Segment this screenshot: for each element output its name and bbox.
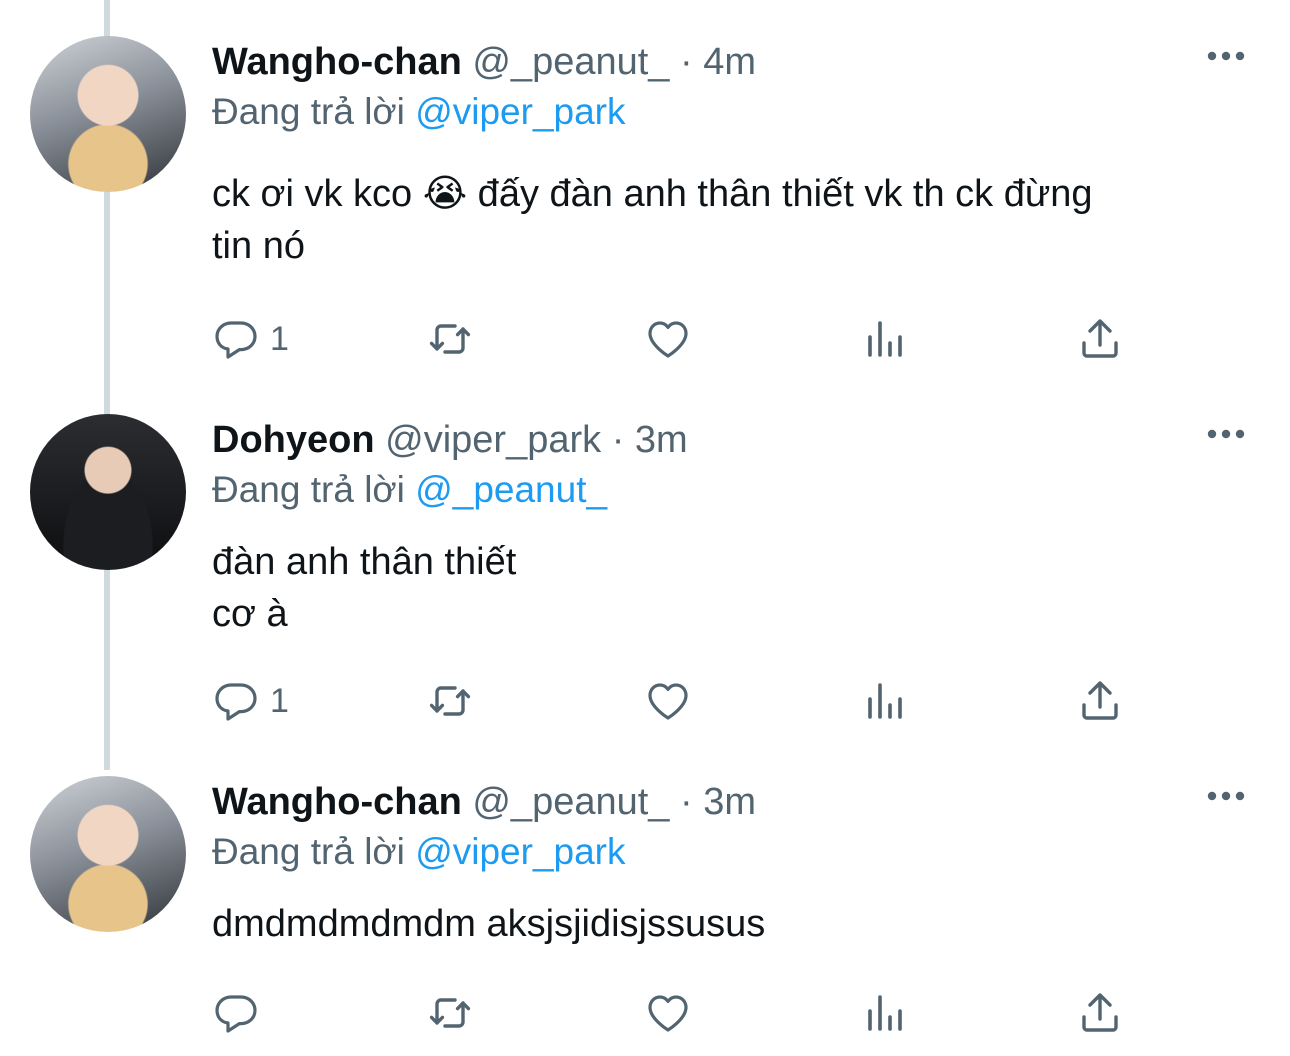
retweet-button[interactable] xyxy=(426,314,474,364)
retweet-icon xyxy=(429,686,471,716)
display-name[interactable]: Dohyeon xyxy=(212,419,375,461)
avatar[interactable] xyxy=(30,776,186,932)
separator-dot: · xyxy=(680,781,693,823)
timestamp[interactable]: 4m xyxy=(703,41,756,83)
separator-dot: · xyxy=(611,419,625,461)
retweet-button[interactable] xyxy=(426,988,474,1038)
like-icon xyxy=(648,995,688,1032)
reply-icon xyxy=(215,321,257,359)
tweet-text: dmdmdmdmdm aksjsjidisjssusus xyxy=(212,903,766,945)
share-icon xyxy=(1082,993,1118,1032)
analytics-icon xyxy=(868,683,902,719)
replying-to-label: Đang trả lời xyxy=(212,831,405,872)
reply-button[interactable]: 1 xyxy=(212,314,289,364)
more-icon[interactable] xyxy=(1206,46,1246,66)
replying-to: Đang trả lời @viper_park xyxy=(212,828,626,876)
share-button[interactable] xyxy=(1076,314,1124,364)
like-button[interactable] xyxy=(644,314,692,364)
user-handle[interactable]: @viper_park xyxy=(385,419,601,461)
reply-button[interactable]: 1 xyxy=(212,676,289,726)
user-handle[interactable]: @_peanut_ xyxy=(472,41,669,83)
tweet-header: Dohyeon @viper_park · 3m xyxy=(212,416,688,464)
retweet-icon xyxy=(429,998,471,1028)
action-bar xyxy=(212,988,1132,1038)
mention-link[interactable]: @viper_park xyxy=(415,831,625,872)
reply-count: 1 xyxy=(270,681,289,720)
replying-to: Đang trả lời @_peanut_ xyxy=(212,466,607,514)
action-bar: 1 xyxy=(212,314,1132,364)
reply-icon xyxy=(215,995,257,1033)
reply-count: 1 xyxy=(270,319,289,358)
avatar[interactable] xyxy=(30,36,186,192)
analytics-icon xyxy=(868,995,902,1031)
separator-dot: · xyxy=(680,41,693,83)
share-icon xyxy=(1082,319,1118,358)
tweet-text: đàn anh thân thiết cơ à xyxy=(212,541,517,635)
display-name[interactable]: Wangho-chan xyxy=(212,41,462,83)
analytics-button[interactable] xyxy=(862,314,910,364)
share-button[interactable] xyxy=(1076,988,1124,1038)
retweet-icon xyxy=(429,324,471,354)
action-bar: 1 xyxy=(212,676,1132,726)
tweet-header: Wangho-chan @_peanut_ · 3m xyxy=(212,778,756,826)
reply-button[interactable] xyxy=(212,988,260,1038)
replying-to: Đang trả lời @viper_park xyxy=(212,88,626,136)
timestamp[interactable]: 3m xyxy=(635,419,688,461)
share-button[interactable] xyxy=(1076,676,1124,726)
tweet-header: Wangho-chan @_peanut_ · 4m xyxy=(212,38,756,86)
replying-to-label: Đang trả lời xyxy=(212,469,405,510)
more-icon[interactable] xyxy=(1206,424,1246,444)
mention-link[interactable]: @_peanut_ xyxy=(415,469,607,510)
analytics-button[interactable] xyxy=(862,676,910,726)
like-button[interactable] xyxy=(644,988,692,1038)
display-name[interactable]: Wangho-chan xyxy=(212,781,462,823)
analytics-button[interactable] xyxy=(862,988,910,1038)
user-handle[interactable]: @_peanut_ xyxy=(472,781,669,823)
replying-to-label: Đang trả lời xyxy=(212,91,405,132)
avatar[interactable] xyxy=(30,414,186,570)
reply-icon xyxy=(215,683,257,721)
like-icon xyxy=(648,683,688,720)
more-icon[interactable] xyxy=(1206,786,1246,806)
mention-link[interactable]: @viper_park xyxy=(415,91,625,132)
like-icon xyxy=(648,321,688,358)
retweet-button[interactable] xyxy=(426,676,474,726)
tweet-text: ck ơi vk kco 😭 đấy đàn anh thân thiết vk… xyxy=(212,173,1093,267)
like-button[interactable] xyxy=(644,676,692,726)
analytics-icon xyxy=(868,321,902,357)
timestamp[interactable]: 3m xyxy=(703,781,756,823)
share-icon xyxy=(1082,681,1118,720)
